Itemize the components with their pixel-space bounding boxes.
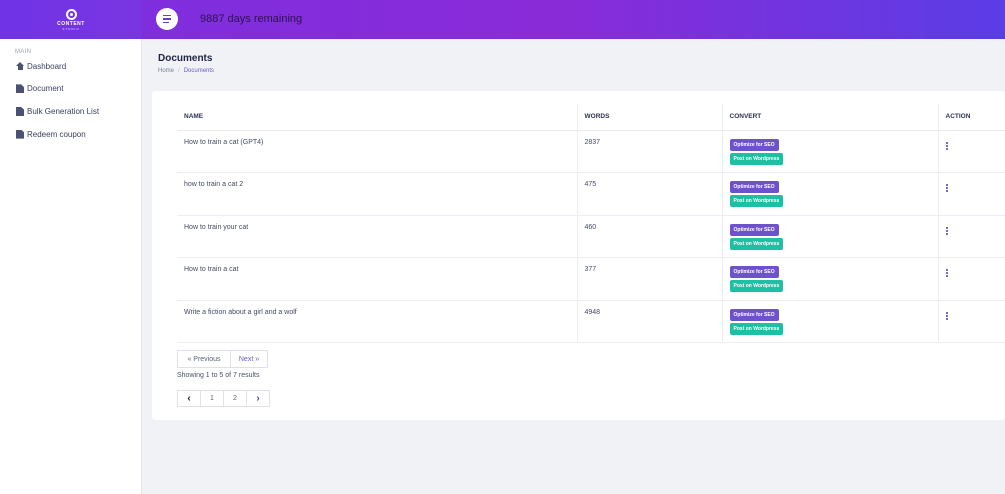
action-cell xyxy=(938,172,1005,216)
sidebar-item-label: Redeem coupon xyxy=(27,129,86,139)
simple-pagination: « Previous Next » xyxy=(177,350,268,368)
table-row: How to train a cat 377 Optimize for SEO … xyxy=(177,257,1005,301)
sidebar-item-label: Dashboard xyxy=(27,61,67,71)
days-remaining: 9887 days remaining xyxy=(200,13,303,25)
page-1-button[interactable]: 1 xyxy=(200,390,224,407)
logo-subtext: STUDIO xyxy=(62,26,80,31)
convert-cell: Optimize for SEO Post on Wordpress xyxy=(722,300,939,344)
action-cell xyxy=(938,257,1005,301)
results-summary: Showing 1 to 5 of 7 results xyxy=(177,372,260,379)
next-page-chevron-icon[interactable]: › xyxy=(246,390,270,407)
word-count: 4948 xyxy=(577,300,723,344)
sidebar: MAIN Dashboard Document Bulk Generation … xyxy=(0,39,142,494)
logo-icon xyxy=(65,8,77,20)
post-wordpress-button[interactable]: Post on Wordpress xyxy=(729,237,784,250)
sidebar-item-label: Document xyxy=(27,84,64,94)
post-wordpress-button[interactable]: Post on Wordpress xyxy=(729,280,784,293)
column-header-name: NAME xyxy=(177,104,578,131)
optimize-seo-button[interactable]: Optimize for SEO xyxy=(729,266,779,279)
column-header-words: WORDS xyxy=(577,104,723,131)
document-icon xyxy=(16,129,24,139)
document-name[interactable]: How to train your cat xyxy=(177,215,578,259)
column-header-action: ACTION xyxy=(938,104,1005,131)
table-row: Write a fiction about a girl and a wolf … xyxy=(177,300,1005,344)
more-options-icon[interactable] xyxy=(945,269,1005,278)
breadcrumb-current: Documents xyxy=(183,68,215,74)
more-options-icon[interactable] xyxy=(945,184,1005,193)
document-name[interactable]: How to train a cat xyxy=(177,257,578,301)
page-2-button[interactable]: 2 xyxy=(223,390,247,407)
convert-cell: Optimize for SEO Post on Wordpress xyxy=(722,257,939,301)
table-row: How to train a cat (GPT4) 2837 Optimize … xyxy=(177,130,1005,174)
sidebar-item-redeem-coupon[interactable]: Redeem coupon xyxy=(0,123,141,146)
action-cell xyxy=(938,300,1005,344)
page-title: Documents xyxy=(158,53,213,64)
sidebar-item-label: Bulk Generation List xyxy=(27,106,100,116)
document-icon xyxy=(16,106,24,116)
sidebar-item-bulk-generation-list[interactable]: Bulk Generation List xyxy=(0,100,141,123)
top-bar: CONTENT STUDIO xyxy=(0,0,1005,39)
post-wordpress-button[interactable]: Post on Wordpress xyxy=(729,322,784,335)
table-header-row: NAME WORDS CONVERT ACTION xyxy=(177,104,1005,131)
documents-table: NAME WORDS CONVERT ACTION How to train a… xyxy=(177,104,1005,344)
convert-cell: Optimize for SEO Post on Wordpress xyxy=(722,172,939,216)
word-count: 475 xyxy=(577,172,723,216)
optimize-seo-button[interactable]: Optimize for SEO xyxy=(729,181,779,194)
more-options-icon[interactable] xyxy=(945,311,1005,320)
document-icon xyxy=(16,84,24,94)
document-name[interactable]: Write a fiction about a girl and a wolf xyxy=(177,300,578,344)
home-icon xyxy=(16,61,24,71)
sidebar-item-dashboard[interactable]: Dashboard xyxy=(0,55,141,78)
word-count: 2837 xyxy=(577,130,723,174)
word-count: 460 xyxy=(577,215,723,259)
prev-page-chevron-icon[interactable]: ‹ xyxy=(177,390,201,407)
sidebar-heading: MAIN xyxy=(15,49,32,55)
convert-cell: Optimize for SEO Post on Wordpress xyxy=(722,215,939,259)
more-options-icon[interactable] xyxy=(945,141,1005,150)
breadcrumb: Home / Documents xyxy=(158,68,215,74)
optimize-seo-button[interactable]: Optimize for SEO xyxy=(729,308,779,321)
logo[interactable]: CONTENT STUDIO xyxy=(0,0,142,39)
document-name[interactable]: how to train a cat 2 xyxy=(177,172,578,216)
numbered-pagination: ‹ 1 2 › xyxy=(177,390,270,407)
optimize-seo-button[interactable]: Optimize for SEO xyxy=(729,223,779,236)
more-options-icon[interactable] xyxy=(945,226,1005,235)
column-header-convert: CONVERT xyxy=(722,104,939,131)
previous-button[interactable]: « Previous xyxy=(177,350,231,368)
menu-toggle-button[interactable] xyxy=(156,8,178,30)
post-wordpress-button[interactable]: Post on Wordpress xyxy=(729,195,784,208)
action-cell xyxy=(938,215,1005,259)
next-button[interactable]: Next » xyxy=(230,350,268,368)
post-wordpress-button[interactable]: Post on Wordpress xyxy=(729,152,784,165)
word-count: 377 xyxy=(577,257,723,301)
table-row: how to train a cat 2 475 Optimize for SE… xyxy=(177,172,1005,216)
documents-card: NAME WORDS CONVERT ACTION How to train a… xyxy=(152,91,1005,420)
document-name[interactable]: How to train a cat (GPT4) xyxy=(177,130,578,174)
breadcrumb-home[interactable]: Home xyxy=(158,68,174,74)
action-cell xyxy=(938,130,1005,174)
sidebar-item-document[interactable]: Document xyxy=(0,78,141,101)
table-row: How to train your cat 460 Optimize for S… xyxy=(177,215,1005,259)
hamburger-icon xyxy=(163,14,171,17)
convert-cell: Optimize for SEO Post on Wordpress xyxy=(722,130,939,174)
optimize-seo-button[interactable]: Optimize for SEO xyxy=(729,138,779,151)
